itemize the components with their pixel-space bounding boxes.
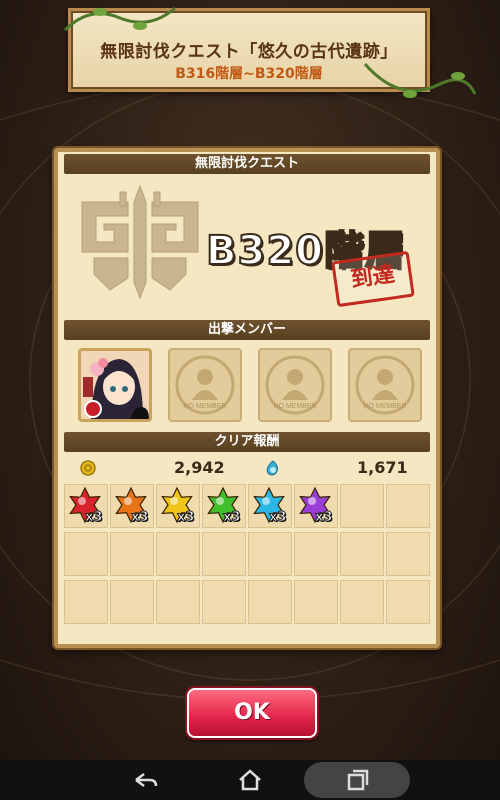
exp-amount: 1,671 [357, 458, 408, 477]
member-slots: NO MEMBER NO MEMBER NO MEMBER [78, 348, 424, 424]
vine-decoration-right [363, 63, 477, 98]
quest-section-header: 無限討伐クエスト [64, 154, 430, 174]
item-count: x3 [130, 510, 149, 526]
item-count: x3 [268, 510, 287, 526]
back-icon[interactable] [114, 760, 174, 800]
reward-cell [110, 580, 154, 624]
member-slot-4[interactable]: NO MEMBER [348, 348, 422, 422]
reward-cell [294, 532, 338, 576]
reward-cell[interactable]: x3 [294, 484, 338, 528]
reward-cell [386, 532, 430, 576]
reward-cell[interactable]: x3 [64, 484, 108, 528]
reward-cell [340, 580, 384, 624]
no-member-icon: NO MEMBER [265, 355, 325, 415]
reward-cell [248, 532, 292, 576]
exp-orb-icon [266, 460, 278, 476]
reward-cell [110, 532, 154, 576]
reward-cell [64, 580, 108, 624]
no-member-icon: NO MEMBER [355, 355, 415, 415]
item-count: x3 [222, 510, 241, 526]
reward-cell[interactable]: x3 [156, 484, 200, 528]
rewards-section-header: クリア報酬 [64, 432, 430, 452]
members-section-header: 出撃メンバー [64, 320, 430, 340]
rewards-summary: 2,942 1,671 [74, 458, 426, 480]
item-count: x3 [176, 510, 195, 526]
reward-cell [202, 580, 246, 624]
guild-emblem-icon [81, 184, 199, 300]
reward-items-grid: x3 x3 x3 x3 x3 x3 [64, 484, 430, 626]
no-member-label: NO MEMBER [363, 403, 406, 410]
reward-cell[interactable]: x3 [248, 484, 292, 528]
member-slot-2[interactable]: NO MEMBER [168, 348, 242, 422]
reward-cell [386, 484, 430, 528]
member-slot-1[interactable] [78, 348, 152, 422]
reached-stamp: 到達 [331, 250, 415, 308]
reward-cell [64, 532, 108, 576]
reward-cell [202, 532, 246, 576]
vine-decoration-left [63, 6, 176, 32]
reward-cell [340, 484, 384, 528]
reward-cell [386, 580, 430, 624]
home-icon[interactable] [220, 760, 280, 800]
reward-cell [294, 580, 338, 624]
reward-cell [248, 580, 292, 624]
character-portrait-icon [81, 351, 149, 419]
ok-button[interactable]: OK [187, 688, 317, 738]
gold-amount: 2,942 [174, 458, 225, 477]
member-slot-3[interactable]: NO MEMBER [258, 348, 332, 422]
item-count: x3 [314, 510, 333, 526]
reward-cell[interactable]: x3 [110, 484, 154, 528]
reward-cell[interactable]: x3 [202, 484, 246, 528]
gold-coin-icon [80, 460, 96, 476]
reward-cell [156, 580, 200, 624]
item-count: x3 [84, 510, 103, 526]
no-member-label: NO MEMBER [273, 403, 316, 410]
no-member-icon: NO MEMBER [175, 355, 235, 415]
recent-apps-icon[interactable] [327, 760, 387, 800]
no-member-label: NO MEMBER [183, 403, 226, 410]
reward-cell [156, 532, 200, 576]
result-panel: 無限討伐クエスト B320階層 到達 出撃メンバー NO MEMBER NO M… [54, 148, 440, 648]
reward-cell [340, 532, 384, 576]
